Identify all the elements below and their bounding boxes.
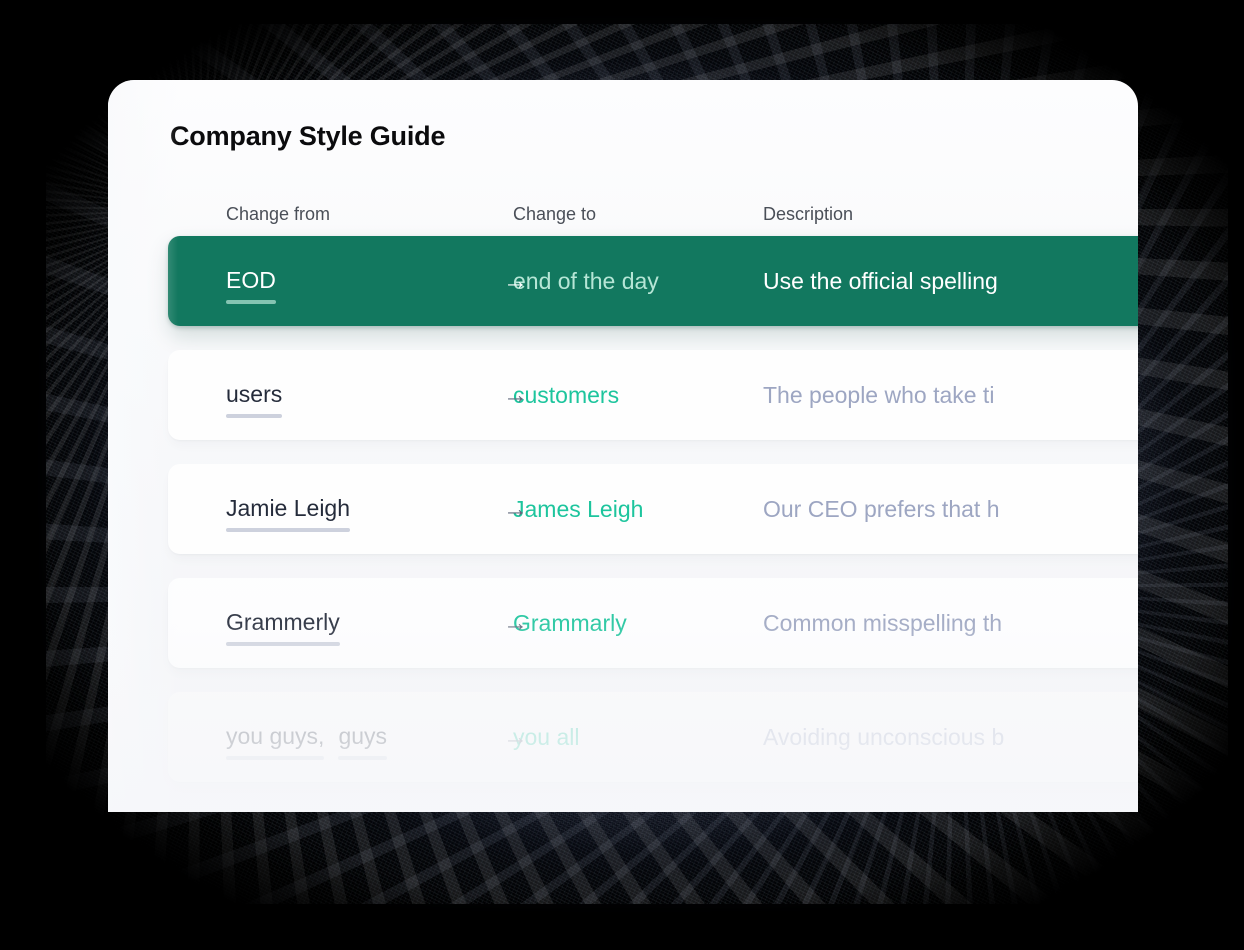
table-row[interactable]: you guys, guys → you all Avoiding uncons… [168,692,1138,782]
arrow-right-icon: → [503,722,528,751]
term-chip[interactable]: Grammerly [226,609,340,646]
cell-description: The people who take ti [763,382,1138,409]
table-header-row: Change from Change to Description [108,192,1138,236]
style-guide-card: Company Style Guide Change from Change t… [108,80,1138,812]
cell-change-from: EOD [168,267,513,304]
style-guide-table: Change from Change to Description EOD → … [108,192,1138,806]
cell-change-to: Grammarly [513,610,763,637]
description-text: Avoiding unconscious b [763,723,1005,750]
cell-description: Use the official spelling [763,268,1138,295]
description-text: The people who take ti [763,381,995,408]
description-text: Our CEO prefers that h [763,495,1000,522]
table-row[interactable]: Jamie Leigh → James Leigh Our CEO prefer… [168,464,1138,554]
cell-change-to: you all [513,724,763,751]
table-row[interactable]: EOD → end of the day Use the official sp… [168,236,1138,326]
cell-change-from: Jamie Leigh [168,495,513,532]
cell-change-from: you guys, guys [168,723,513,760]
change-to-text: customers [513,381,620,408]
cell-change-to: James Leigh [513,496,763,523]
description-text: Use the official spelling [763,267,998,294]
table-row[interactable]: Grammerly → Grammarly Common misspelling… [168,578,1138,668]
page-title: Company Style Guide [170,121,446,151]
cell-description: Avoiding unconscious b [763,724,1138,751]
change-to-text: Grammarly [513,609,627,636]
cell-change-to: customers [513,382,763,409]
term-chip[interactable]: guys [338,723,387,760]
screenshot-stage: Company Style Guide Change from Change t… [0,0,1244,950]
cell-change-from: Grammerly [168,609,513,646]
term-chip[interactable]: Jamie Leigh [226,495,351,532]
cell-change-to: end of the day [513,268,763,295]
cell-description: Our CEO prefers that h [763,496,1138,523]
arrow-right-icon: → [503,608,528,637]
column-header-change-from: Change from [226,203,331,224]
cell-description: Common misspelling th [763,610,1138,637]
arrow-right-icon: → [503,494,528,523]
table-row[interactable]: users → customers The people who take ti [168,350,1138,440]
term-chip[interactable]: you guys, [226,723,325,760]
arrow-right-icon: → [503,380,528,409]
description-text: Common misspelling th [763,609,1003,636]
change-to-text: James Leigh [513,495,644,522]
term-chip[interactable]: users [226,381,283,418]
column-header-change-to: Change to [513,203,597,224]
column-header-description: Description [763,203,854,224]
change-to-text: end of the day [513,267,659,294]
term-chip[interactable]: EOD [226,267,276,304]
cell-change-from: users [168,381,513,418]
arrow-right-icon: → [503,266,528,295]
